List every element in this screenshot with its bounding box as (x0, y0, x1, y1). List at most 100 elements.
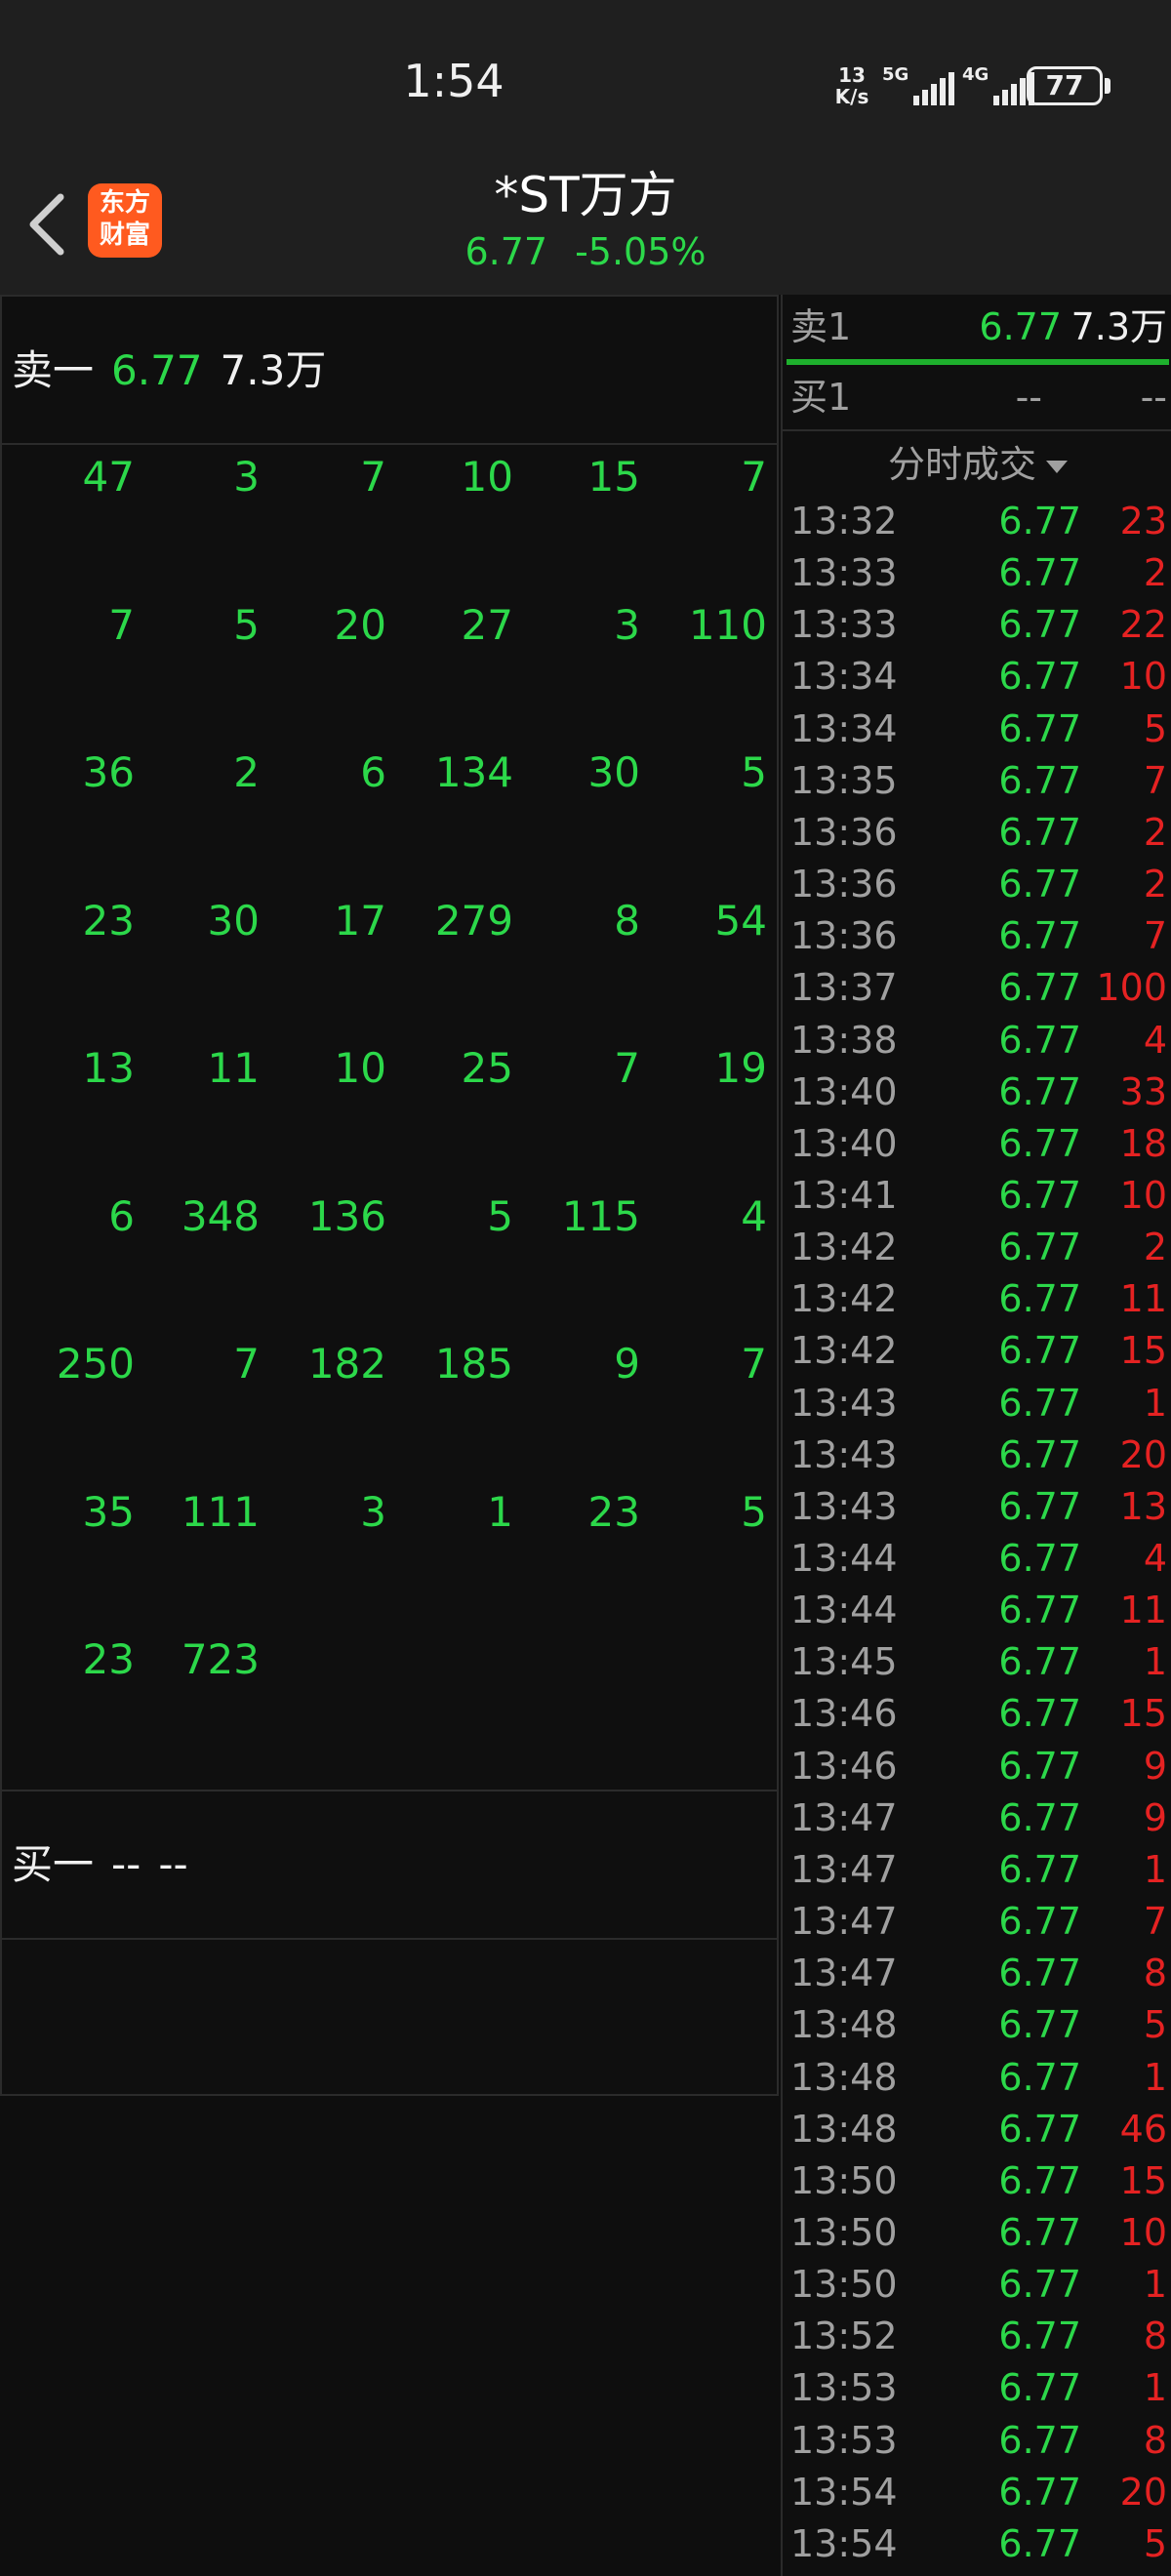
tick-volume: 1 (1143, 1381, 1167, 1425)
tick-time: 13:54 (790, 2470, 898, 2514)
tick-price: 6.77 (998, 2263, 1081, 2307)
queue-order-cell: 1 (487, 1487, 513, 1536)
tick-time: 13:48 (790, 2107, 898, 2151)
tick-price: 6.77 (998, 863, 1081, 906)
tick-price: 6.77 (998, 2470, 1081, 2514)
tick-time: 13:40 (790, 1069, 898, 1113)
queue-order-cell: 7 (741, 453, 767, 501)
tick-price: 6.77 (998, 2158, 1081, 2202)
tick-time: 13:38 (790, 1018, 898, 1062)
tick-volume: 2 (1143, 863, 1167, 906)
tick-row: 13:45 6.77 1 (783, 1636, 1171, 1688)
sell1-queue-header[interactable]: 卖一 6.77 7.3万 (2, 297, 779, 445)
sell1-price: 6.77 (111, 346, 203, 394)
queue-order-cell: 35 (82, 1487, 135, 1536)
tick-volume: 11 (1119, 1277, 1167, 1321)
tick-row: 13:36 6.77 2 (783, 807, 1171, 859)
ticks-header-label: 分时成交 (887, 443, 1036, 486)
tick-row: 13:34 6.77 5 (783, 704, 1171, 755)
tick-volume: 18 (1119, 1121, 1167, 1165)
tick-time: 13:44 (790, 1537, 898, 1580)
queue-order-cell: 25 (461, 1044, 513, 1092)
tick-time: 13:52 (790, 2314, 898, 2358)
tick-time: 13:47 (790, 1847, 898, 1891)
tick-volume: 33 (1119, 1069, 1167, 1113)
queue-order-cell: 110 (688, 600, 767, 649)
sell1-volume: 7.3万 (220, 346, 327, 394)
trade-panel: 卖1 6.77 7.3万 买1 -- -- 分时成交 13:32 6.77 23 13… (781, 295, 1171, 2576)
tick-volume: 10 (1119, 2210, 1167, 2254)
queue-order-cell: 10 (334, 1044, 386, 1092)
tick-volume: 7 (1143, 758, 1167, 802)
tick-volume: 4 (1143, 1537, 1167, 1580)
tick-time: 13:53 (790, 2418, 898, 2462)
queue-order-cell: 115 (561, 1191, 640, 1240)
tick-time: 13:36 (790, 914, 898, 958)
queue-order-cell: 11 (207, 1044, 260, 1092)
tick-price: 6.77 (998, 655, 1081, 699)
tick-price: 6.77 (998, 2210, 1081, 2254)
level-buy1-row: 买1 -- -- (783, 365, 1171, 429)
tick-time: 13:50 (790, 2210, 898, 2254)
tick-row: 13:34 6.77 10 (783, 651, 1171, 703)
tick-price: 6.77 (998, 1589, 1081, 1632)
tick-time: 13:43 (790, 1381, 898, 1425)
tick-row: 13:46 6.77 15 (783, 1688, 1171, 1740)
tick-row: 13:54 6.77 20 (783, 2467, 1171, 2518)
tick-price: 6.77 (998, 914, 1081, 958)
network-speed-unit: K/s (834, 85, 869, 108)
queue-order-cell: 30 (207, 896, 260, 945)
stock-quote: 6.77 -5.05% (0, 230, 1171, 273)
queue-order-cell: 10 (461, 453, 513, 501)
tick-volume: 11 (1119, 1589, 1167, 1632)
tick-volume: 8 (1143, 2314, 1167, 2358)
tick-price: 6.77 (998, 1121, 1081, 1165)
tick-time: 13:37 (790, 966, 898, 1010)
tick-time: 13:42 (790, 1277, 898, 1321)
buy1-price: -- (111, 1840, 141, 1888)
tick-price: 6.77 (998, 1692, 1081, 1736)
ticks-header-dropdown[interactable]: 分时成交 (783, 433, 1171, 496)
level-sell1-volume: 7.3万 (1070, 305, 1167, 348)
caret-down-icon (1046, 461, 1068, 473)
stock-name: *ST万方 (494, 167, 677, 223)
queue-order-cell: 182 (307, 1340, 386, 1388)
tick-price: 6.77 (998, 1847, 1081, 1891)
tick-volume: 5 (1143, 706, 1167, 750)
level-buy1-price: -- (1015, 376, 1042, 419)
tick-price: 6.77 (998, 758, 1081, 802)
tick-row: 13:41 6.77 10 (783, 1170, 1171, 1222)
tick-volume: 8 (1143, 2418, 1167, 2462)
tick-row: 13:54 6.77 5 (783, 2518, 1171, 2570)
queue-order-cell: 47 (82, 453, 135, 501)
queue-order-cell: 2 (233, 748, 260, 796)
tick-volume: 10 (1119, 655, 1167, 699)
tick-row: 13:50 6.77 1 (783, 2259, 1171, 2311)
order-queue-panel: 卖一 6.77 7.3万 47 3 7 10 15 7 7 5 20 27 3 110 36 2 6 134 30 5… (0, 295, 779, 2096)
tick-volume: 15 (1119, 2158, 1167, 2202)
tick-time: 13:41 (790, 1173, 898, 1217)
tick-price: 6.77 (998, 1900, 1081, 1944)
tick-volume: 100 (1096, 966, 1167, 1010)
tick-price: 6.77 (998, 500, 1081, 543)
tick-time: 13:42 (790, 1226, 898, 1269)
tick-time: 13:43 (790, 1432, 898, 1476)
tick-price: 6.77 (998, 2418, 1081, 2462)
tick-row: 13:43 6.77 13 (783, 1481, 1171, 1533)
tick-volume: 9 (1143, 1795, 1167, 1839)
battery-icon: 77 (1027, 66, 1103, 105)
tick-price: 6.77 (998, 1640, 1081, 1684)
level-sell1-price: 6.77 (979, 305, 1062, 348)
tick-price: 6.77 (998, 1173, 1081, 1217)
queue-order-cell: 348 (181, 1191, 260, 1240)
tick-time: 13:45 (790, 1640, 898, 1684)
queue-order-cell: 6 (360, 748, 386, 796)
level-divider-2 (783, 429, 1171, 431)
tick-price: 6.77 (998, 1537, 1081, 1580)
tick-row: 13:35 6.77 7 (783, 755, 1171, 807)
queue-order-cell: 17 (334, 896, 386, 945)
tick-time: 13:36 (790, 810, 898, 854)
tick-price: 6.77 (998, 2366, 1081, 2410)
buy1-queue-header[interactable]: 买一 -- -- (2, 1790, 779, 1940)
queue-order-cell: 23 (587, 1487, 640, 1536)
